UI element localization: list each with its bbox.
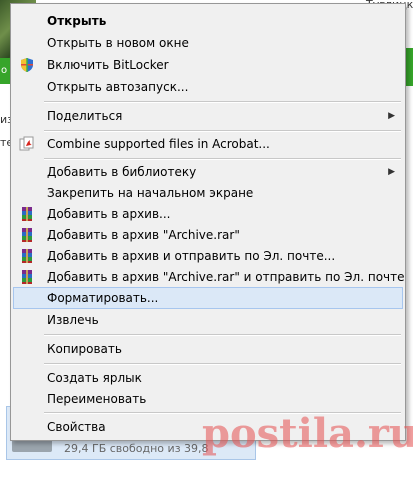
acrobat-icon — [19, 136, 35, 152]
menu-item-label: Открыть — [47, 14, 107, 28]
menu-item-label: Открыть в новом окне — [47, 36, 189, 50]
menu-item-copy[interactable]: Копировать — [13, 338, 403, 360]
winrar-icon — [19, 248, 35, 264]
drive-free-space: 29,4 ГБ свободно из 39,8 — [64, 442, 209, 455]
menu-item-label: Добавить в архив "Archive.rar" и отправи… — [47, 270, 405, 284]
menu-item-label: Закрепить на начальном экране — [47, 186, 254, 200]
menu-item-add-to-library[interactable]: Добавить в библиотеку ▶ — [13, 161, 403, 183]
menu-item-label: Открыть автозапуск... — [47, 80, 189, 94]
context-menu: Открыть Открыть в новом окне Включить Bi… — [10, 3, 406, 441]
menu-item-rename[interactable]: Переименовать — [13, 388, 403, 410]
menu-item-pin-to-start[interactable]: Закрепить на начальном экране — [13, 182, 403, 204]
menu-item-share[interactable]: Поделиться ▶ — [13, 105, 403, 127]
menu-separator — [44, 334, 401, 336]
menu-item-label: Создать ярлык — [47, 371, 142, 385]
menu-separator — [44, 101, 401, 103]
menu-item-label: Форматировать... — [47, 291, 159, 305]
menu-item-label: Извлечь — [47, 313, 99, 327]
menu-item-add-to-archive-rar[interactable]: Добавить в архив "Archive.rar" — [13, 224, 403, 246]
menu-item-label: Combine supported files in Acrobat... — [47, 137, 270, 151]
menu-item-label: Добавить в архив... — [47, 207, 171, 221]
green-banner-text: о — [1, 65, 8, 76]
menu-item-label: Копировать — [47, 342, 122, 356]
menu-item-acrobat-combine[interactable]: Combine supported files in Acrobat... — [13, 133, 403, 155]
menu-item-archive-rar-and-email[interactable]: Добавить в архив "Archive.rar" и отправи… — [13, 266, 405, 288]
menu-item-create-shortcut[interactable]: Создать ярлык — [13, 367, 403, 389]
menu-item-archive-and-email[interactable]: Добавить в архив и отправить по Эл. почт… — [13, 245, 403, 267]
menu-item-label: Включить BitLocker — [47, 58, 169, 72]
menu-item-open-new-window[interactable]: Открыть в новом окне — [13, 32, 403, 54]
menu-item-label: Добавить в библиотеку — [47, 165, 197, 179]
menu-separator — [44, 158, 401, 160]
menu-item-properties[interactable]: Свойства — [13, 416, 403, 438]
winrar-icon — [19, 269, 35, 285]
submenu-arrow-icon: ▶ — [388, 111, 395, 121]
menu-item-label: Поделиться — [47, 109, 123, 123]
winrar-icon — [19, 227, 35, 243]
menu-separator — [44, 130, 401, 132]
menu-item-open[interactable]: Открыть — [13, 10, 403, 32]
menu-separator — [44, 412, 401, 414]
menu-item-autoplay[interactable]: Открыть автозапуск... — [13, 76, 403, 98]
menu-item-format[interactable]: Форматировать... — [13, 287, 403, 309]
menu-item-label: Переименовать — [47, 392, 147, 406]
menu-item-add-to-archive[interactable]: Добавить в архив... — [13, 203, 403, 225]
menu-item-label: Свойства — [47, 420, 106, 434]
shield-icon — [19, 57, 35, 73]
menu-separator — [44, 363, 401, 365]
menu-item-label: Добавить в архив "Archive.rar" — [47, 228, 240, 242]
menu-item-label: Добавить в архив и отправить по Эл. почт… — [47, 249, 336, 263]
submenu-arrow-icon: ▶ — [388, 167, 395, 177]
winrar-icon — [19, 206, 35, 222]
menu-item-bitlocker[interactable]: Включить BitLocker — [13, 54, 403, 76]
green-banner-right — [405, 48, 413, 86]
menu-item-eject[interactable]: Извлечь — [13, 309, 403, 331]
